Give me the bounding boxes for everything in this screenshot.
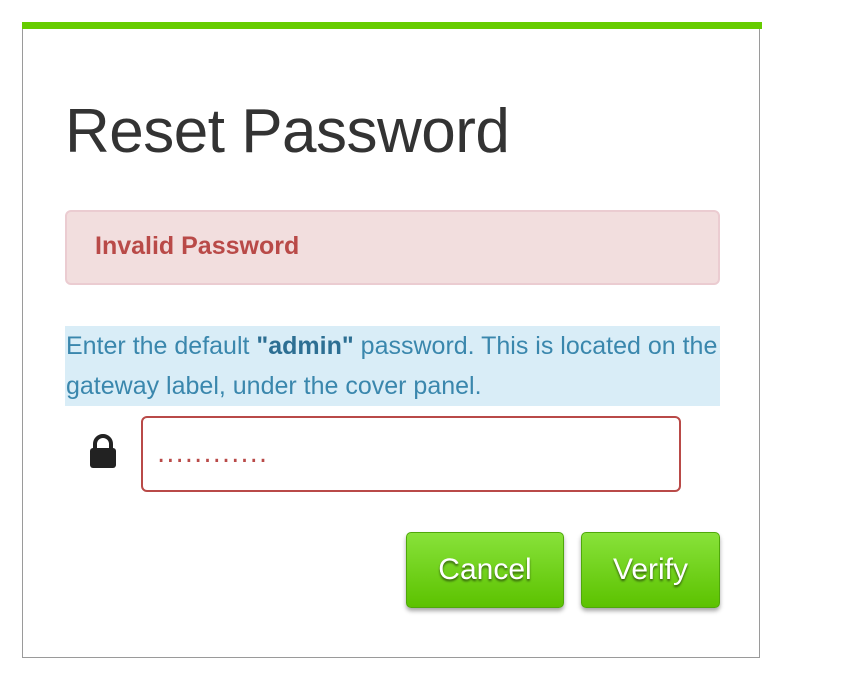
lock-icon — [90, 434, 116, 468]
error-alert: Invalid Password — [65, 210, 720, 285]
password-input[interactable] — [141, 416, 681, 492]
page-title: Reset Password — [65, 97, 510, 166]
reset-password-dialog: Reset Password Invalid Password Enter th… — [22, 22, 762, 658]
verify-button[interactable]: Verify — [581, 532, 720, 608]
dialog-accent-bar — [22, 22, 762, 29]
cancel-button[interactable]: Cancel — [406, 532, 564, 608]
instructions-prefix: Enter the default — [66, 332, 257, 360]
instructions-highlight: "admin" — [256, 332, 354, 360]
error-alert-text: Invalid Password — [95, 232, 300, 260]
instructions-text: Enter the default "admin" password. This… — [65, 326, 720, 406]
